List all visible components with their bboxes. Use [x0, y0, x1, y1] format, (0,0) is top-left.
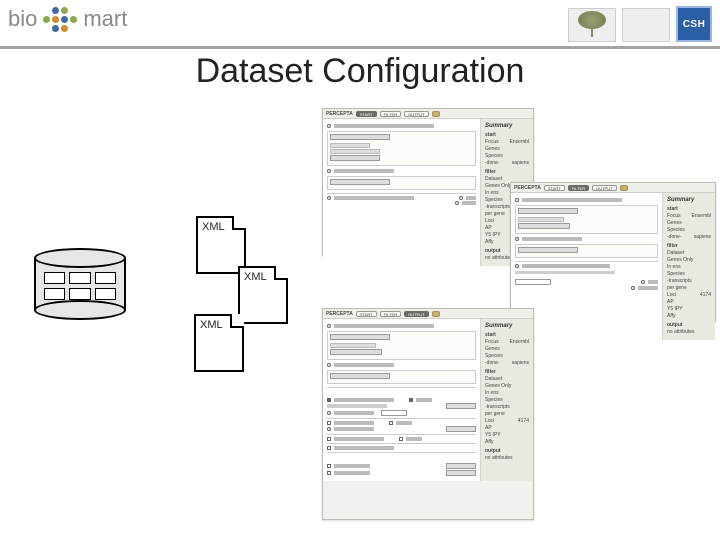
window-brand: PERCEPTA	[514, 185, 541, 191]
header-right: CSH	[568, 6, 712, 42]
xml-file-label: XML	[244, 271, 267, 283]
summary-row: Genes	[667, 220, 711, 226]
step-start-button[interactable]: START	[544, 185, 565, 191]
step-indicator	[432, 111, 440, 117]
summary-section: filter	[485, 369, 529, 375]
ui-window-output: PERCEPTA START FILTER OUTPUT	[322, 308, 534, 520]
summary-row: Dataset	[485, 376, 529, 382]
step-filter-button[interactable]: FILTER	[380, 111, 401, 117]
summary-section: filter	[667, 243, 711, 249]
step-output-button[interactable]: OUTPUT	[404, 111, 428, 117]
summary-row: Species	[485, 353, 529, 359]
summary-row: AP	[667, 299, 711, 305]
summary-row: FocusEnsembl	[485, 139, 529, 145]
summary-row: Affy	[485, 439, 529, 445]
xml-file-icon: XML	[238, 266, 288, 324]
summary-row: per gene	[485, 411, 529, 417]
summary-row: -transcripts	[667, 278, 711, 284]
ui-window-start: PERCEPTA START FILTER OUTPUT Summary sta…	[322, 108, 534, 256]
summary-row: Loci4174	[667, 292, 711, 298]
summary-row: Species	[667, 227, 711, 233]
summary-section: output	[485, 448, 529, 454]
logo: bio mart	[8, 6, 127, 32]
summary-row: Y5 IPY	[667, 306, 711, 312]
summary-row: -done-sapiens	[667, 234, 711, 240]
summary-list: FocusEnsemblGenesSpecies-done-sapiens	[667, 213, 711, 240]
tree-icon	[568, 8, 616, 42]
xml-file-label: XML	[200, 319, 223, 331]
summary-list: no attributes	[667, 329, 711, 335]
summary-row: Genes	[485, 146, 529, 152]
summary-row: FocusEnsembl	[667, 213, 711, 219]
window-brand: PERCEPTA	[326, 311, 353, 317]
cshl-badge-text: CSH	[683, 19, 706, 30]
summary-row: Genes Only	[485, 383, 529, 389]
summary-title: Summary	[485, 323, 529, 330]
step-filter-button[interactable]: FILTER	[380, 311, 401, 317]
building-icon	[622, 8, 670, 42]
window-sidebar: Summary start FocusEnsemblGenesSpecies-d…	[481, 319, 533, 481]
summary-section: start	[485, 132, 529, 138]
summary-section: start	[667, 206, 711, 212]
summary-row: AP	[485, 425, 529, 431]
summary-row: Genes Only	[667, 257, 711, 263]
summary-row: Genes	[485, 346, 529, 352]
summary-list: no attributes	[485, 455, 529, 461]
ui-window-filter: PERCEPTA START FILTER OUTPUT Summary sta…	[510, 182, 716, 322]
summary-row: FocusEnsembl	[485, 339, 529, 345]
summary-row: In ens	[485, 390, 529, 396]
window-main	[323, 319, 481, 481]
step-filter-button[interactable]: FILTER	[568, 185, 589, 191]
step-start-button[interactable]: START	[356, 311, 377, 317]
step-indicator	[620, 185, 628, 191]
summary-row: -transcripts	[485, 404, 529, 410]
summary-row: -done-sapiens	[485, 160, 529, 166]
xml-file-icon: XML	[194, 314, 244, 372]
summary-list: FocusEnsemblGenesSpecies-done-sapiens	[485, 139, 529, 166]
summary-title: Summary	[667, 197, 711, 204]
step-indicator	[432, 311, 440, 317]
summary-list: DatasetGenes OnlyIn ensSpecies-transcrip…	[667, 250, 711, 319]
summary-row: Dataset	[667, 250, 711, 256]
window-toolbar: PERCEPTA START FILTER OUTPUT	[511, 183, 715, 193]
window-toolbar: PERCEPTA START FILTER OUTPUT	[323, 109, 533, 119]
summary-row: Y5 IPY	[485, 432, 529, 438]
summary-row: Species	[667, 271, 711, 277]
page-title: Dataset Configuration	[0, 52, 720, 91]
summary-section: output	[667, 322, 711, 328]
window-toolbar: PERCEPTA START FILTER OUTPUT	[323, 309, 533, 319]
cshl-badge: CSH	[676, 6, 712, 42]
window-main	[323, 119, 481, 266]
summary-section: start	[485, 332, 529, 338]
window-brand: PERCEPTA	[326, 111, 353, 117]
step-start-button[interactable]: START	[356, 111, 377, 117]
step-output-button[interactable]: OUTPUT	[404, 311, 428, 317]
summary-title: Summary	[485, 123, 529, 130]
logo-right-text: mart	[83, 6, 127, 32]
logo-dots-icon	[43, 7, 77, 32]
summary-row: per gene	[667, 285, 711, 291]
summary-row: Loci4174	[485, 418, 529, 424]
summary-row: Species	[485, 397, 529, 403]
header-divider	[0, 46, 720, 49]
xml-file-label: XML	[202, 221, 225, 233]
database-icon	[34, 248, 126, 320]
step-output-button[interactable]: OUTPUT	[592, 185, 616, 191]
summary-list: DatasetGenes OnlyIn ensSpecies-transcrip…	[485, 376, 529, 445]
summary-section: filter	[485, 169, 529, 175]
summary-row: In ens	[667, 264, 711, 270]
logo-left-text: bio	[8, 6, 37, 32]
summary-row: -done-sapiens	[485, 360, 529, 366]
summary-row: no attributes	[667, 329, 711, 335]
summary-row: Affy	[667, 313, 711, 319]
summary-row: Species	[485, 153, 529, 159]
window-sidebar: Summary start FocusEnsemblGenesSpecies-d…	[663, 193, 715, 340]
summary-list: FocusEnsemblGenesSpecies-done-sapiens	[485, 339, 529, 366]
summary-row: no attributes	[485, 455, 529, 461]
